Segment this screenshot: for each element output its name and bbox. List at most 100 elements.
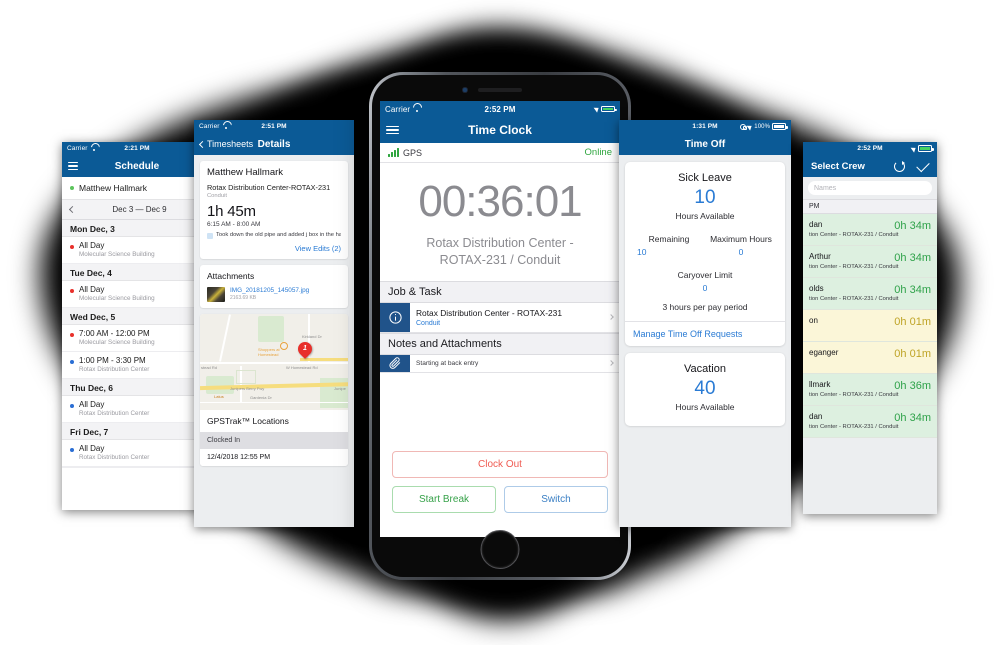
- paperclip-icon: [380, 354, 410, 372]
- crew-member-job: tion Center - ROTAX-231 / Conduit: [809, 296, 899, 302]
- schedule-event[interactable]: 1:00 PM - 3:30 PM Rotax Distribution Cent…: [62, 352, 212, 379]
- refresh-icon[interactable]: [894, 160, 905, 172]
- crew-member-job: tion Center - ROTAX-231 / Conduit: [809, 424, 899, 430]
- attachment-item[interactable]: IMG_20181205_145057.jpg 2163.69 KB: [207, 286, 341, 302]
- hamburger-icon[interactable]: [68, 161, 78, 171]
- maximum-hours-value: 0: [738, 247, 744, 257]
- chevron-right-icon: [608, 360, 614, 367]
- crew-row[interactable]: on.0h 01m: [803, 310, 937, 342]
- event-time: 1:00 PM - 3:30 PM: [79, 356, 146, 365]
- event-location: Molecular Science Building: [79, 251, 155, 258]
- view-edits-link[interactable]: View Edits (2): [207, 244, 341, 253]
- schedule-event[interactable]: All Day Molecular Science Building: [62, 281, 212, 308]
- hours-available-label: Hours Available: [675, 402, 735, 412]
- crew-row[interactable]: dan tion Center - ROTAX-231 / Conduit 0h 3…: [803, 406, 937, 438]
- phone-time-clock: Carrier 2:52 PM Time Clock GPS Online 00…: [380, 101, 620, 537]
- carrier-label: Carrier: [67, 145, 88, 152]
- week-navigator[interactable]: Dec 3 — Dec 9: [62, 200, 212, 220]
- hours-available-label: Hours Available: [675, 211, 735, 221]
- carrier-label: Carrier: [199, 123, 220, 130]
- carryover-label: Caryover Limit: [677, 270, 733, 280]
- details-scroll: Matthew Hallmark Rotax Distribution Cent…: [194, 155, 354, 527]
- status-bar: 1:31 PM 100%: [619, 120, 791, 133]
- crew-row[interactable]: eganger.0h 01m: [803, 342, 937, 374]
- crew-member-hours: 0h 01m: [894, 316, 931, 328]
- event-time: All Day: [79, 241, 105, 250]
- nav-bar: Time Off: [619, 133, 791, 155]
- schedule-event[interactable]: All Day Rotax Distribution Center: [62, 396, 212, 423]
- switch-button[interactable]: Switch: [504, 486, 608, 513]
- gps-status-bar: GPS Online: [380, 143, 620, 163]
- current-job-label: Rotax Distribution Center - ROTAX-231 / …: [380, 235, 620, 269]
- remaining-label: Remaining: [648, 234, 690, 244]
- crew-member-name: dan: [809, 220, 823, 229]
- event-color-dot-icon: [70, 448, 74, 452]
- job-task-row[interactable]: Rotax Distribution Center - ROTAX-231 Co…: [380, 302, 620, 333]
- crew-row[interactable]: dan tion Center - ROTAX-231 / Conduit 0h 3…: [803, 214, 937, 246]
- notes-row[interactable]: Starting at back entry: [380, 354, 620, 373]
- crew-member-job: tion Center - ROTAX-231 / Conduit: [809, 392, 899, 398]
- schedule-event[interactable]: All Day Rotax Distribution Center: [62, 440, 212, 467]
- image-thumbnail: [207, 286, 225, 302]
- phone-device-frame: Carrier 2:52 PM Time Clock GPS Online 00…: [369, 72, 631, 580]
- crew-member-job: tion Center - ROTAX-231 / Conduit: [809, 232, 899, 238]
- event-time: All Day: [79, 444, 105, 453]
- checkmark-icon[interactable]: [916, 158, 930, 172]
- crew-row[interactable]: llmark tion Center - ROTAX-231 / Conduit 0…: [803, 374, 937, 406]
- nav-bar: Select Crew: [803, 155, 937, 177]
- event-time: All Day: [79, 285, 105, 294]
- crew-member-name: Arthur: [809, 252, 831, 261]
- crew-member-name: eganger: [809, 348, 839, 357]
- attachment-filename: IMG_20181205_145057.jpg: [230, 287, 310, 294]
- elapsed-timer: 00:36:01: [418, 177, 582, 226]
- remaining-value: 10: [637, 247, 647, 257]
- online-status: Online: [584, 147, 612, 158]
- time-off-card-vacation[interactable]: Vacation 40 Hours Available: [625, 353, 785, 426]
- map-pin-icon: 1: [295, 338, 315, 359]
- nav-bar: Timesheets Details: [194, 133, 354, 155]
- crew-row[interactable]: Arthur tion Center - ROTAX-231 / Conduit 0…: [803, 246, 937, 278]
- battery-percent: 100%: [754, 123, 771, 130]
- status-dot-icon: [70, 186, 74, 190]
- note-row: Took down the old pipe and added j box i…: [207, 232, 341, 239]
- start-break-button[interactable]: Start Break: [392, 486, 496, 513]
- map-view[interactable]: Kirkland Dr W Homestead Rd stead Rd Shop…: [200, 313, 348, 410]
- maximum-hours-label: Maximum Hours: [710, 234, 772, 244]
- map-card[interactable]: Kirkland Dr W Homestead Rd stead Rd Shop…: [200, 313, 348, 466]
- schedule-user[interactable]: Matthew Hallmark: [62, 177, 212, 200]
- section-header-job-task: Job & Task: [380, 280, 620, 303]
- home-button[interactable]: [480, 530, 520, 569]
- week-range-label: Dec 3 — Dec 9: [112, 205, 167, 214]
- policy-title: Vacation: [684, 363, 726, 375]
- status-bar: Carrier 2:51 PM: [194, 120, 354, 133]
- manage-requests-link[interactable]: Manage Time Off Requests: [625, 321, 785, 346]
- schedule-day-header: Fri Dec, 7: [62, 423, 212, 440]
- hamburger-icon[interactable]: [386, 125, 399, 135]
- search-input[interactable]: Names: [808, 181, 932, 195]
- phone-schedule: Carrier 2:21 PM Schedule Matthew Hallmar…: [62, 142, 212, 510]
- time-range: 6:15 AM - 8:00 AM: [207, 221, 261, 228]
- content-spacer: [380, 372, 620, 451]
- screenshot-stage: Carrier 2:21 PM Schedule Matthew Hallmar…: [0, 0, 1000, 645]
- schedule-event[interactable]: All Day Molecular Science Building: [62, 237, 212, 264]
- carryover-value: 0: [702, 283, 708, 293]
- job-line-1: Rotax Distribution Center -: [426, 236, 574, 250]
- crew-row[interactable]: olds tion Center - ROTAX-231 / Conduit 0h …: [803, 278, 937, 310]
- back-button[interactable]: Timesheets: [198, 139, 253, 149]
- search-placeholder: Names: [814, 184, 837, 192]
- chevron-right-icon: [608, 314, 614, 321]
- location-arrow-icon: [910, 144, 918, 153]
- phone-details: Carrier 2:51 PM Timesheets Details Matth…: [194, 120, 354, 527]
- time-off-card-sick[interactable]: Sick Leave 10 Hours Available Remaining …: [625, 162, 785, 346]
- schedule-day-header: Tue Dec, 4: [62, 264, 212, 281]
- crew-member-hours: 0h 34m: [894, 252, 931, 264]
- event-color-dot-icon: [70, 360, 74, 364]
- clock-out-button[interactable]: Clock Out: [392, 451, 608, 478]
- schedule-event[interactable]: 7:00 AM - 12:00 PM Molecular Science Buil…: [62, 325, 212, 352]
- note-icon: [207, 232, 213, 239]
- clock-label: 2:21 PM: [124, 145, 150, 152]
- task-title: Conduit: [416, 319, 441, 327]
- timesheet-entry-card[interactable]: Matthew Hallmark Rotax Distribution Cent…: [200, 161, 348, 259]
- section-header-notes: Notes and Attachments: [380, 332, 620, 355]
- earpiece-speaker: [478, 88, 522, 92]
